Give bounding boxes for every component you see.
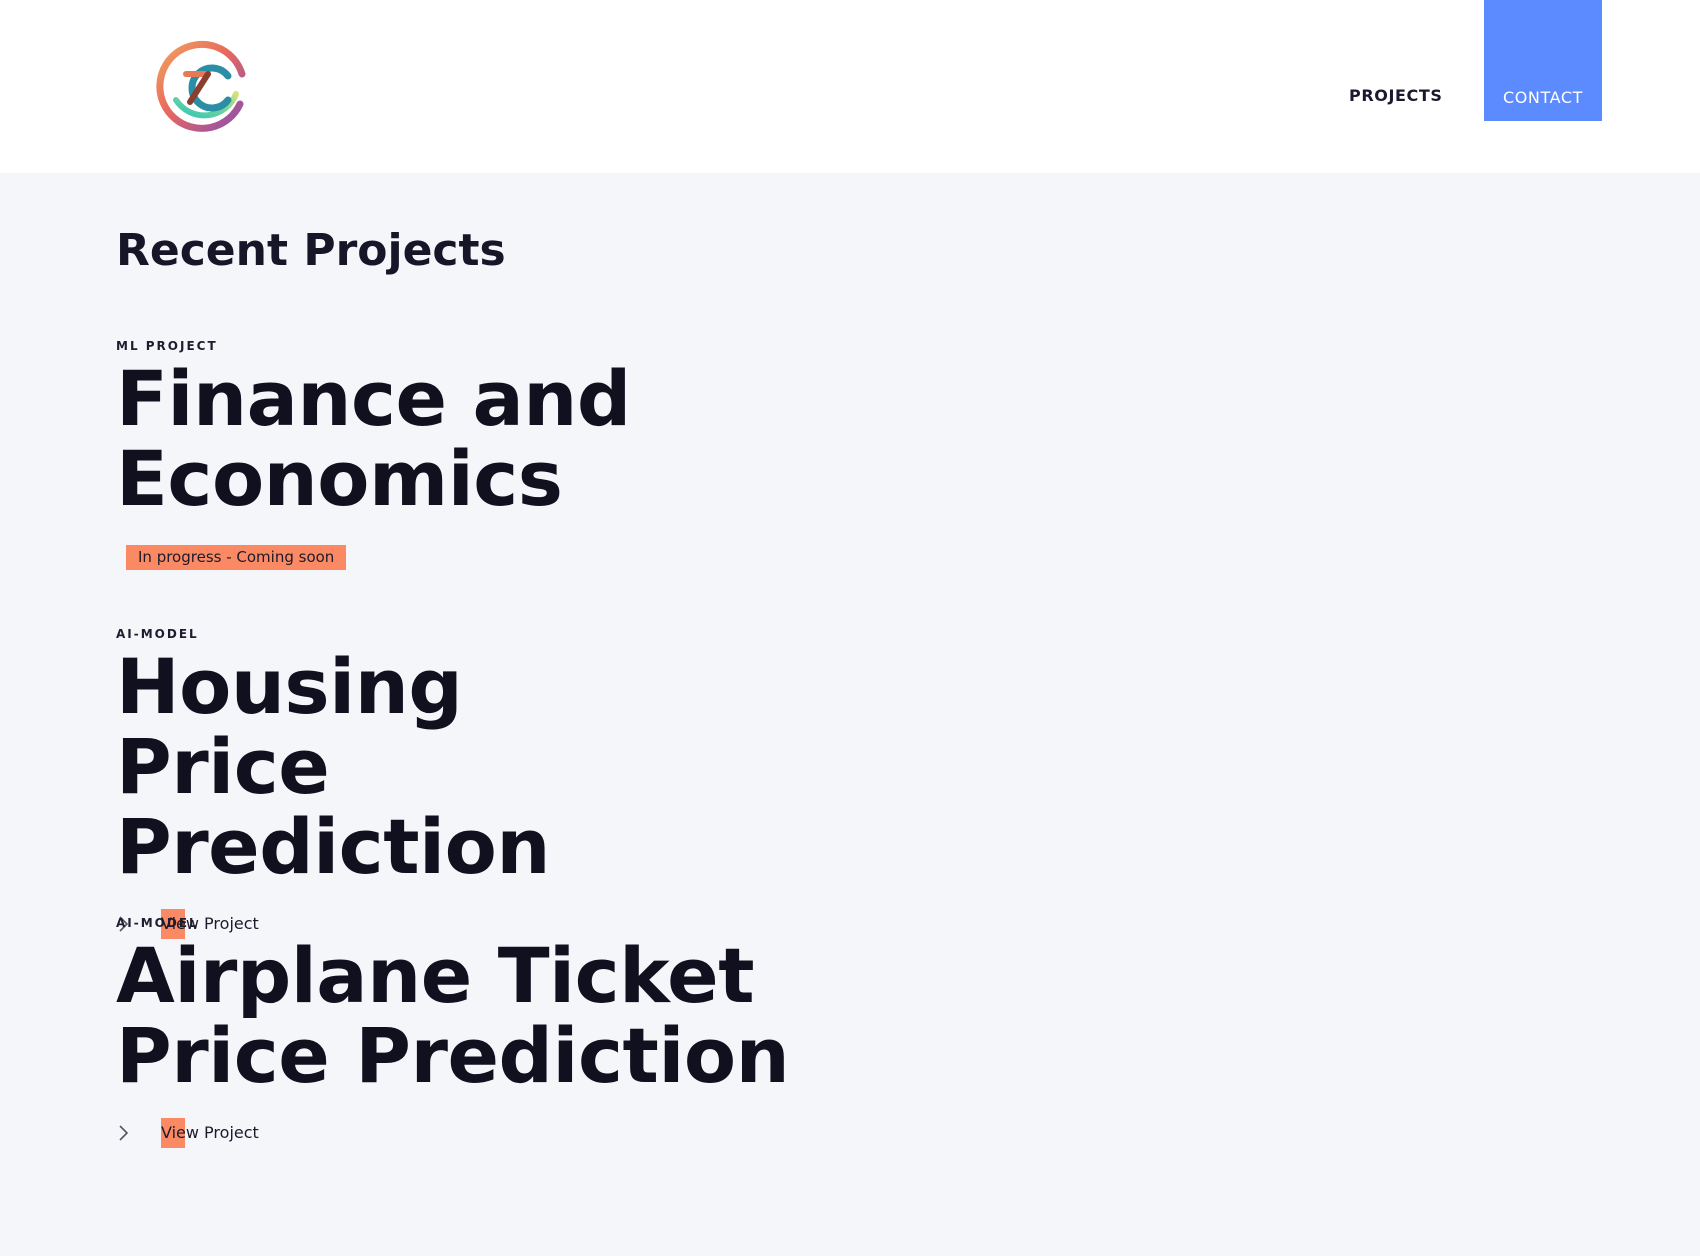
- nav-contact-button[interactable]: CONTACT: [1484, 0, 1602, 121]
- nav-projects-link[interactable]: PROJECTS: [1349, 86, 1443, 105]
- project-category: AI-MODEL: [116, 627, 199, 641]
- project-category: ML PROJECT: [116, 339, 218, 353]
- view-project-label: View Project: [161, 1123, 259, 1142]
- section-title: Recent Projects: [116, 225, 506, 276]
- status-badge: In progress - Coming soon: [126, 545, 347, 570]
- view-project-link[interactable]: View Project: [116, 1118, 916, 1148]
- site-header: PROJECTS CONTACT: [0, 0, 1700, 173]
- project-title: Airplane Ticket Price Prediction: [116, 931, 790, 1100]
- project-category: AI-MODEL: [116, 916, 199, 930]
- project-title: Finance and Economics: [116, 354, 631, 523]
- project-title: Housing Price Prediction: [116, 642, 550, 891]
- project-card: ML PROJECT Finance and Economics In prog…: [116, 339, 676, 570]
- project-card: AI-MODEL Airplane Ticket Price Predictio…: [116, 916, 916, 1148]
- chevron-right-icon: [116, 1124, 130, 1142]
- project-card: AI-MODEL Housing Price Prediction View P…: [116, 627, 676, 939]
- logo-icon[interactable]: [156, 38, 254, 136]
- projects-section: Recent Projects ML PROJECT Finance and E…: [0, 173, 1700, 1256]
